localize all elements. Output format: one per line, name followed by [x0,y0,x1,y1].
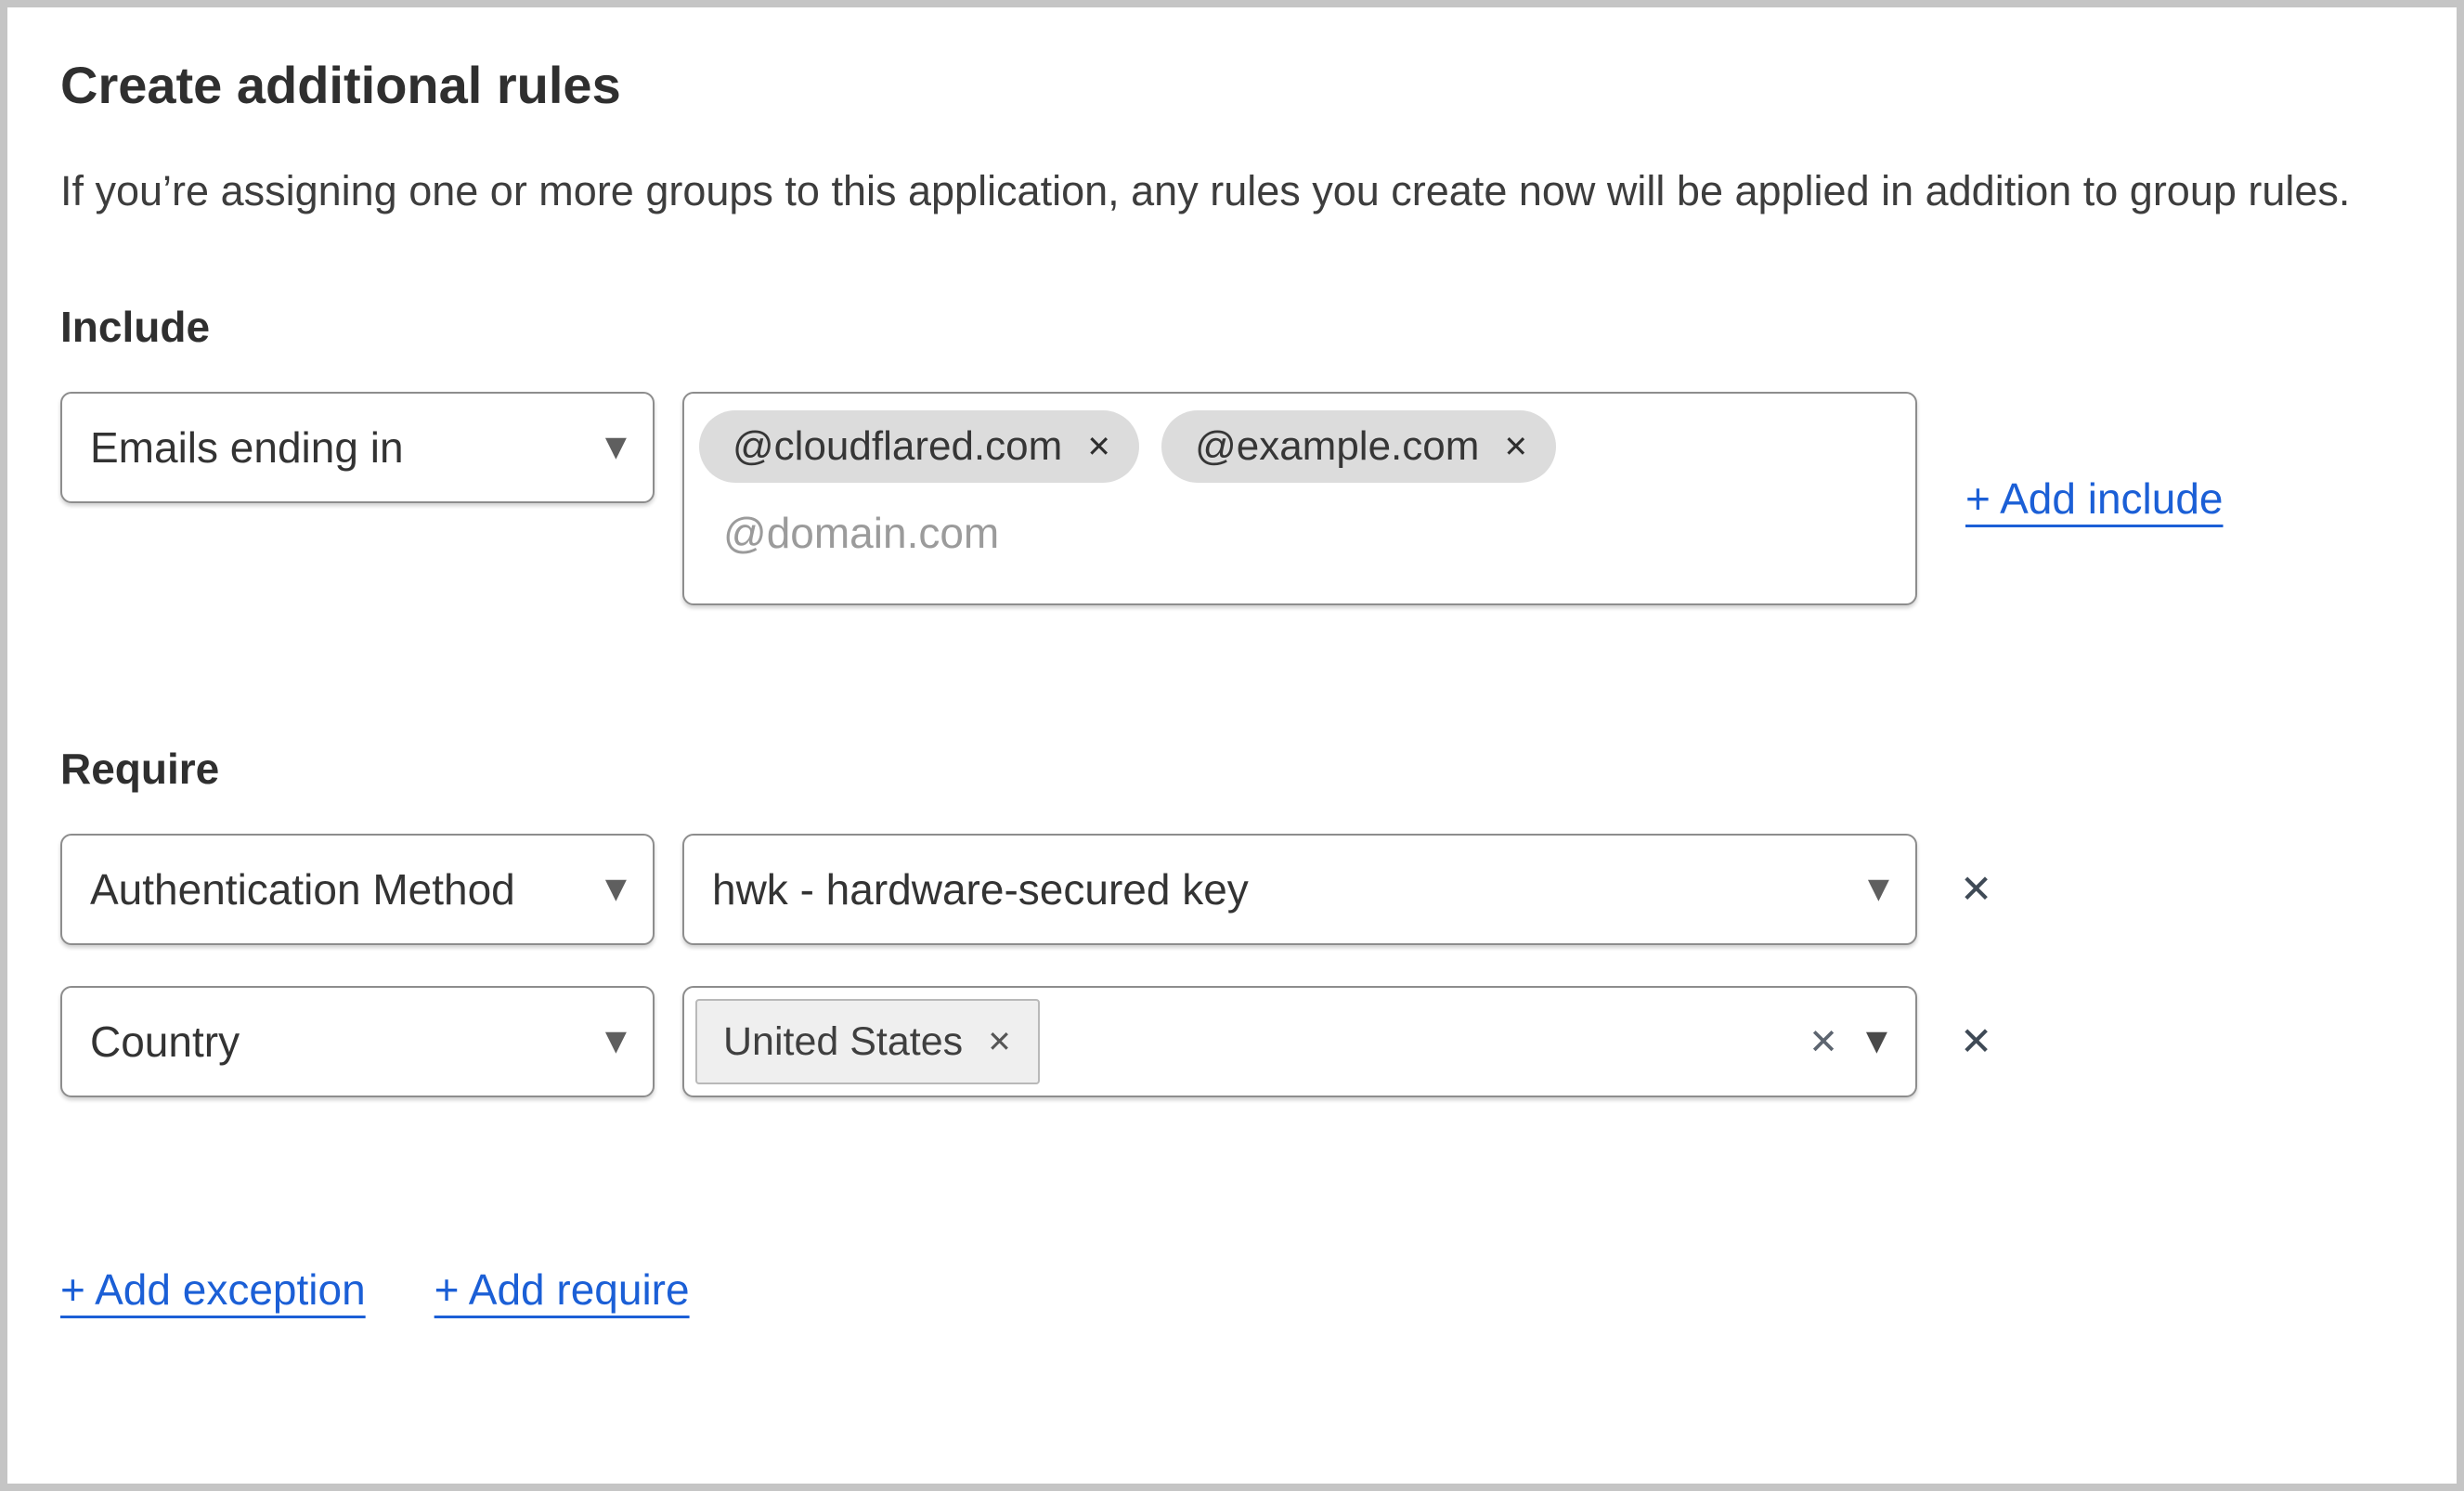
include-email-tags: @cloudflared.com ✕ @example.com ✕ [699,410,1900,483]
require-rule-row-country: Country ▼ United States ✕ ✕ ▼ ✕ [60,986,2404,1097]
chevron-down-icon[interactable]: ▼ [1866,1028,1887,1056]
require-rule-row-authentication: Authentication Method ▼ hwk - hardware-s… [60,834,2404,945]
page-title: Create additional rules [60,56,621,114]
remove-tag-icon[interactable]: ✕ [1086,432,1111,461]
chevron-down-icon: ▼ [604,431,627,463]
country-selector-value: Country [90,1018,240,1066]
include-selector-dropdown[interactable]: Emails ending in ▼ [60,392,655,503]
create-additional-rules-panel: { "header": { "title": "Create additiona… [0,0,2464,1491]
add-include-link[interactable]: + Add include [1965,473,2224,524]
page-description: If you’re assigning one or more groups t… [60,167,2351,214]
multiselect-controls: ✕ ▼ [1809,1024,1887,1059]
chevron-down-icon: ▼ [604,873,627,905]
require-selector-dropdown[interactable]: Authentication Method ▼ [60,834,655,945]
authentication-method-dropdown[interactable]: hwk - hardware-secured key ▼ [682,834,1917,945]
email-tag-label: @cloudflared.com [733,423,1063,469]
remove-rule-button[interactable]: ✕ [1960,986,1992,1097]
remove-tag-icon[interactable]: ✕ [1503,432,1528,461]
country-multiselect[interactable]: United States ✕ ✕ ▼ [682,986,1917,1097]
require-heading: Require [60,745,220,793]
remove-tag-icon[interactable]: ✕ [987,1027,1012,1057]
country-selector-dropdown[interactable]: Country ▼ [60,986,655,1097]
authentication-method-value: hwk - hardware-secured key [712,865,1249,914]
chevron-down-icon: ▼ [604,1025,627,1057]
include-selector-value: Emails ending in [90,423,404,472]
remove-rule-button[interactable]: ✕ [1960,834,1992,945]
add-require-link[interactable]: + Add require [434,1264,690,1315]
add-exception-link[interactable]: + Add exception [60,1264,366,1315]
country-chip-label: United States [723,1018,964,1064]
panel-content: Create additional rules If you’re assign… [7,7,2457,1315]
chevron-down-icon: ▼ [1867,873,1889,905]
include-rule-row: Emails ending in ▼ @cloudflared.com ✕ @e… [60,392,2404,605]
email-tag-label: @example.com [1195,423,1480,469]
email-domain-input[interactable] [721,507,1557,559]
country-chip: United States ✕ [695,999,1040,1084]
email-tag: @example.com ✕ [1161,410,1557,483]
include-emails-input[interactable]: @cloudflared.com ✕ @example.com ✕ [682,392,1917,605]
bottom-links-row: + Add exception + Add require [60,1264,2404,1315]
include-heading: Include [60,303,211,351]
clear-selection-icon[interactable]: ✕ [1809,1024,1838,1059]
email-tag: @cloudflared.com ✕ [699,410,1140,483]
require-selector-value: Authentication Method [90,865,515,914]
